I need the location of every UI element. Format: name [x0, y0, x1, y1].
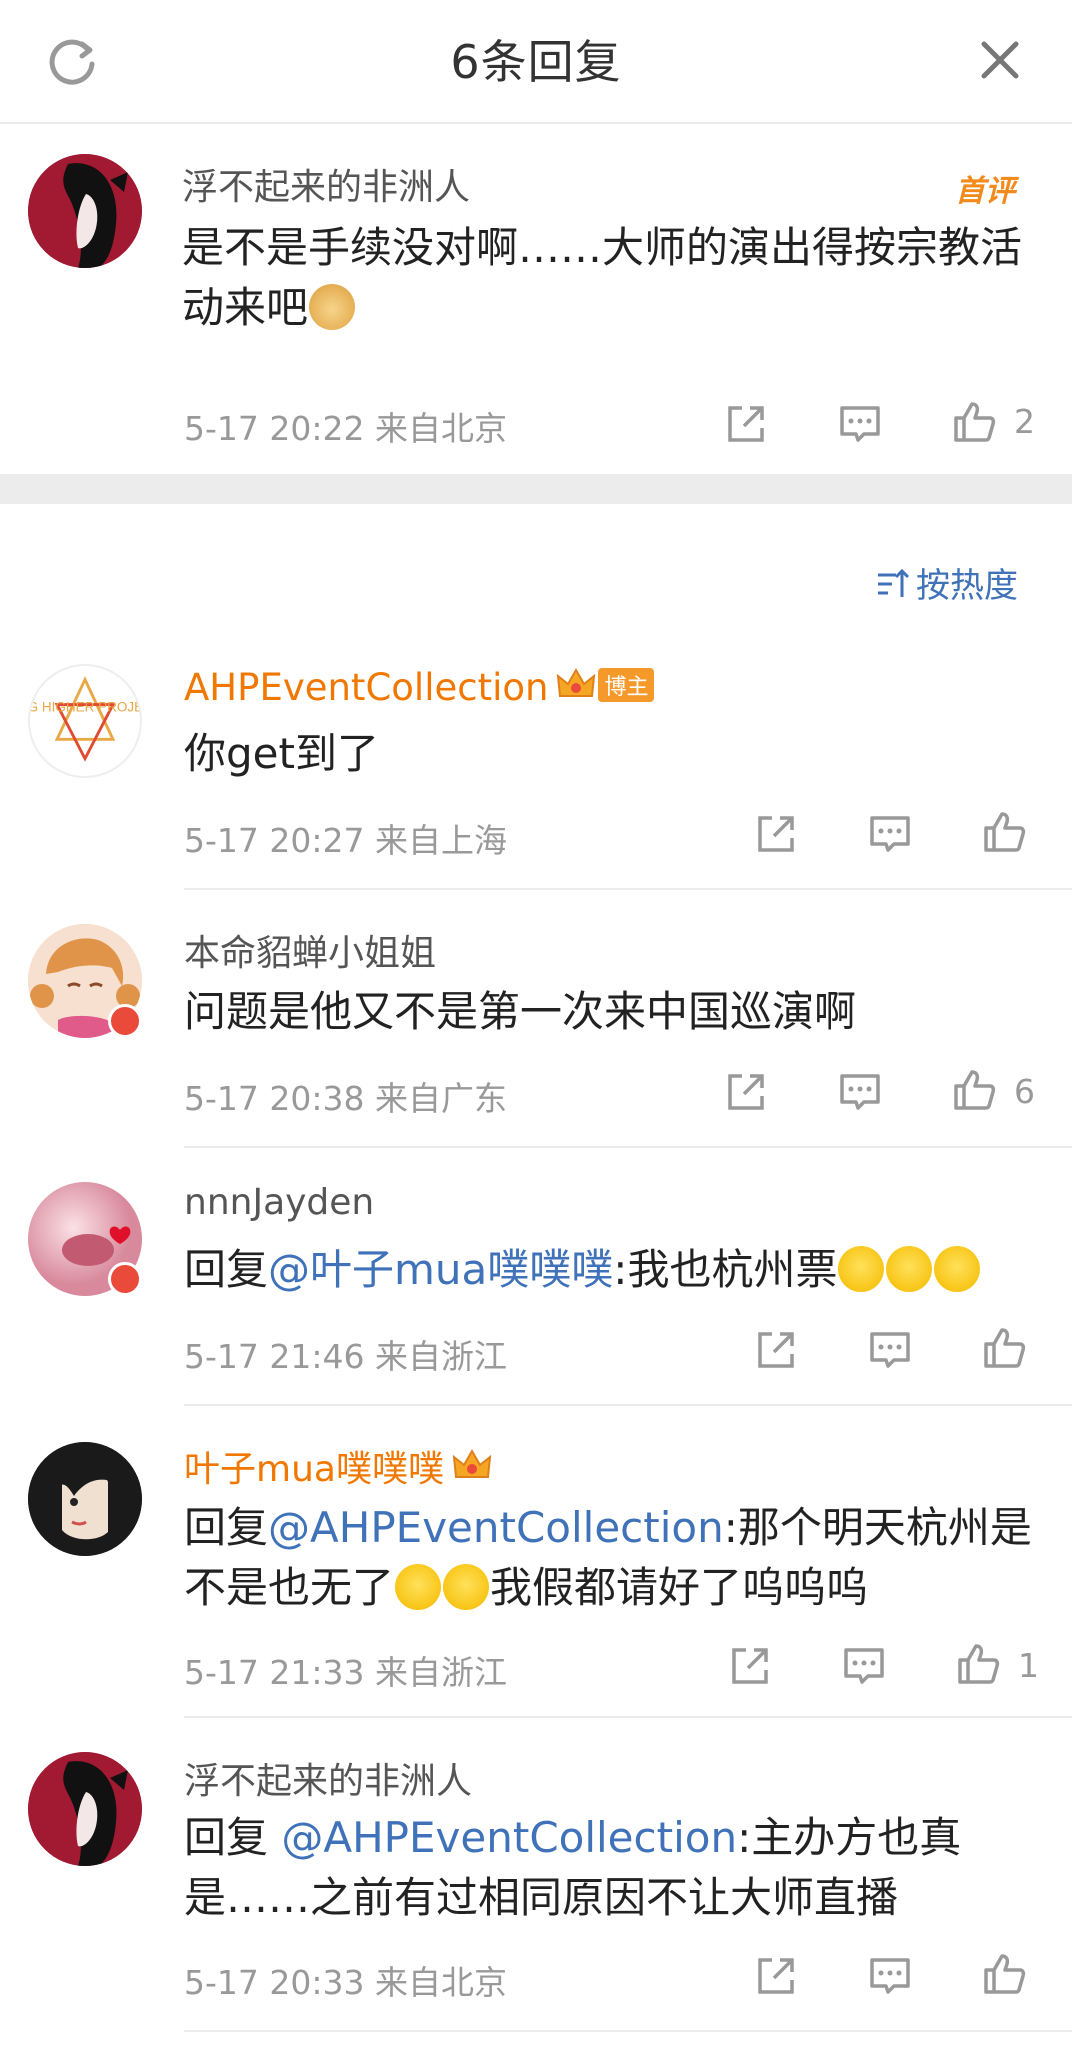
comment-icon[interactable] — [836, 400, 884, 448]
doge-emoji-icon — [309, 284, 356, 330]
share-icon[interactable] — [752, 810, 800, 858]
logo-text: ACG HIGHER PROJECT — [30, 699, 140, 714]
section-gap — [0, 474, 1072, 504]
divider — [184, 1404, 1072, 1406]
share-icon[interactable] — [722, 400, 770, 448]
comment-icon[interactable] — [866, 810, 914, 858]
comment-icon[interactable] — [836, 1068, 884, 1116]
vip-badge-icon — [108, 1262, 142, 1296]
comment-text: 是不是手续没对啊……大师的演出得按宗教活动来吧 — [182, 223, 1023, 332]
divider — [184, 888, 1072, 890]
like-icon[interactable] — [954, 1640, 1002, 1688]
like-count: 6 — [1014, 1072, 1035, 1111]
username[interactable]: 浮不起来的非洲人 — [184, 1752, 472, 1804]
like-icon[interactable] — [950, 1066, 998, 1114]
mention-link[interactable]: @叶子mua噗噗噗 — [268, 1245, 613, 1294]
avatar[interactable]: ACG HIGHER PROJECT — [28, 664, 142, 778]
reply-meta: 5-17 20:38 来自广东 — [184, 1079, 507, 1118]
laugh-cry-emoji-icon — [934, 1246, 981, 1292]
divider — [184, 1716, 1072, 1718]
reply-text: 回复@AHPEventCollection:那个明天杭州是不是也无了 我假都请好了… — [184, 1503, 1032, 1612]
close-icon[interactable] — [970, 30, 1030, 90]
mention-link[interactable]: @AHPEventCollection — [281, 1813, 737, 1862]
sort-button[interactable]: 按热度 — [876, 558, 1018, 607]
like-count: 2 — [1014, 402, 1035, 441]
reply-text: 回复 @AHPEventCollection:主办方也真是……之前有过相同原因不… — [184, 1813, 962, 1922]
reply-text: 回复@叶子mua噗噗噗:我也杭州票 — [184, 1240, 981, 1300]
crown-icon — [557, 667, 596, 697]
reply-meta: 5-17 21:33 来自浙江 — [184, 1653, 507, 1692]
like-icon[interactable] — [980, 1324, 1028, 1372]
header-bar: 6条回复 — [0, 0, 1072, 124]
username[interactable]: nnnJayden — [184, 1182, 374, 1223]
crying-emoji-icon — [395, 1564, 442, 1610]
share-icon[interactable] — [752, 1952, 800, 2000]
username[interactable]: 本命貂蝉小姐姐 — [184, 924, 436, 976]
reply-meta: 5-17 20:27 来自上海 — [184, 821, 507, 860]
like-icon[interactable] — [950, 398, 998, 446]
divider — [184, 2030, 1072, 2032]
crown-icon — [452, 1448, 492, 1478]
crying-emoji-icon — [443, 1564, 490, 1610]
avatar[interactable] — [28, 154, 142, 268]
username[interactable]: 叶子mua噗噗噗 — [184, 1440, 492, 1492]
page-title: 6条回复 — [450, 35, 622, 89]
reply-meta: 5-17 20:33 来自北京 — [184, 1963, 507, 2002]
vip-badge-icon — [108, 1004, 142, 1038]
reply-text: 你get到了 — [184, 729, 379, 778]
first-comment-badge: 首评 — [955, 174, 1015, 209]
avatar[interactable] — [28, 1752, 142, 1866]
reply-text: 问题是他又不是第一次来中国巡演啊 — [184, 987, 857, 1036]
share-icon[interactable] — [752, 1326, 800, 1374]
share-icon[interactable] — [726, 1642, 774, 1690]
username[interactable]: 浮不起来的非洲人 — [182, 158, 470, 210]
like-icon[interactable] — [980, 1950, 1028, 1998]
share-icon[interactable] — [722, 1068, 770, 1116]
comment-icon[interactable] — [840, 1642, 888, 1690]
avatar[interactable] — [28, 1442, 142, 1556]
sort-icon — [878, 568, 910, 597]
blogger-tag: 博主 — [598, 668, 655, 702]
laugh-cry-emoji-icon — [886, 1246, 933, 1292]
comment-icon[interactable] — [866, 1952, 914, 2000]
username[interactable]: AHPEventCollection 博主 — [184, 666, 655, 709]
mention-link[interactable]: @AHPEventCollection — [268, 1503, 724, 1552]
root-comment: 浮不起来的非洲人 首评 是不是手续没对啊……大师的演出得按宗教活动来吧 5-17… — [0, 126, 1072, 474]
like-count: 1 — [1018, 1646, 1039, 1685]
divider — [184, 1146, 1072, 1148]
reply-meta: 5-17 21:46 来自浙江 — [184, 1337, 507, 1376]
comment-meta: 5-17 20:22 来自北京 — [184, 409, 507, 448]
laugh-cry-emoji-icon — [838, 1246, 885, 1292]
like-icon[interactable] — [980, 808, 1028, 856]
comment-icon[interactable] — [866, 1326, 914, 1374]
